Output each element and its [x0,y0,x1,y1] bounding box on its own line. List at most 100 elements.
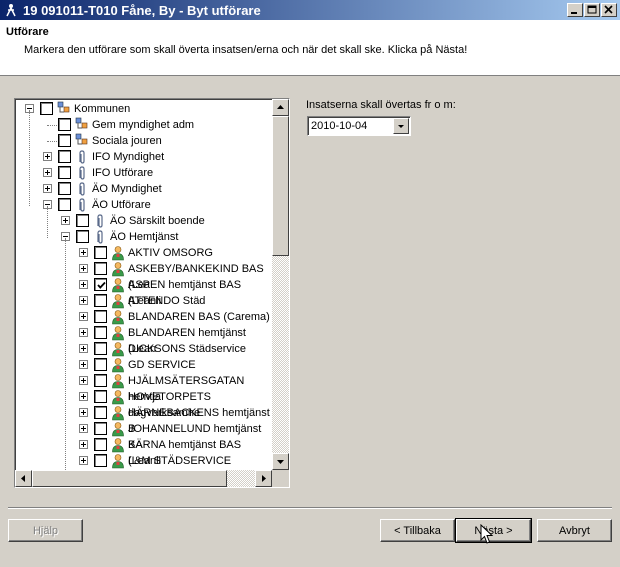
page-title: Utförare [6,26,49,38]
tree-vertical-scrollbar[interactable] [272,99,289,470]
paperclip-icon [74,149,90,165]
tree-node-checkbox[interactable] [94,358,107,371]
root-label: Kommunen [74,103,131,115]
back-button[interactable]: < Tillbaka [380,519,455,542]
scroll-left-button[interactable] [15,470,32,487]
organization-tree[interactable]: Kommunen Gem myndighet adm Sociala jouren… [14,98,290,488]
tree-node-label: IFO Myndighet [92,151,165,163]
tree-content: Kommunen Gem myndighet adm Sociala jouren… [16,100,272,470]
minimize-button[interactable] [567,3,583,17]
person-icon [110,357,126,373]
tree-expander[interactable] [79,328,88,337]
person-icon [110,373,126,389]
scroll-right-button[interactable] [255,470,272,487]
paperclip-icon [74,165,90,181]
hscroll-thumb[interactable] [32,470,227,487]
date-dropdown-button[interactable] [393,118,409,134]
scroll-up-button[interactable] [272,99,289,116]
tree-horizontal-scrollbar[interactable] [15,470,272,487]
person-icon [110,309,126,325]
tree-node-label: ÄO Hemtjänst [110,231,179,243]
tree-node-checkbox[interactable] [58,182,71,195]
title-bar[interactable]: 19 091011-T010 Fåne, By - Byt utförare [0,0,620,20]
tree-node-checkbox[interactable] [76,214,89,227]
person-icon [110,325,126,341]
scroll-thumb[interactable] [272,116,289,256]
tree-node-checkbox[interactable] [94,294,107,307]
help-button[interactable]: Hjälp [8,519,83,542]
tree-node-checkbox[interactable] [94,422,107,435]
tree-node-checkbox[interactable] [94,326,107,339]
tree-expander[interactable] [79,456,88,465]
tree-expander[interactable] [79,360,88,369]
tree-expander[interactable] [43,184,52,193]
tree-node-label: ÄO Utförare [92,199,151,211]
paperclip-icon [74,181,90,197]
tree-node-checkbox[interactable] [94,342,107,355]
tree-guide-line [65,238,66,470]
tree-node-checkbox[interactable] [94,390,107,403]
tree-expander[interactable] [79,392,88,401]
tree-node-checkbox[interactable] [94,246,107,259]
tree-node-label: Gem myndighet adm [92,119,195,131]
tree-expander[interactable] [79,376,88,385]
paperclip-icon [92,229,108,245]
tree-node-checkbox[interactable] [94,262,107,275]
tree-node-label: Sociala jouren [92,135,162,147]
tree-guide-line [29,110,30,206]
tree-expander[interactable] [43,152,52,161]
paperclip-icon [92,213,108,229]
person-icon [110,245,126,261]
scroll-corner [272,470,289,487]
tree-expander[interactable] [79,248,88,257]
cancel-button-label: Avbryt [559,524,590,537]
scroll-down-button[interactable] [272,453,289,470]
tree-node-checkbox[interactable] [94,374,107,387]
tree-expander[interactable] [79,296,88,305]
tree-node-checkbox[interactable] [58,150,71,163]
mouse-pointer-icon [480,523,494,549]
group-icon [74,133,90,149]
tree-node-label: BLANDAREN BAS (Carema) [128,311,270,323]
tree-expander[interactable] [79,344,88,353]
tree-node-checkbox[interactable] [94,406,107,419]
tree-node-checkbox[interactable] [76,230,89,243]
person-icon [110,453,126,469]
app-icon [4,3,18,17]
paperclip-icon [74,197,90,213]
tree-node-checkbox[interactable] [58,134,71,147]
tree-expander[interactable] [61,216,70,225]
tree-expander[interactable] [79,440,88,449]
help-button-label: Hjälp [32,524,59,537]
person-icon [110,341,126,357]
tree-expander[interactable] [43,168,52,177]
person-icon [110,389,126,405]
wizard-header: Utförare Markera den utförare som skall … [0,20,620,76]
root-checkbox[interactable] [40,102,53,115]
tree-node-label: DICKSONS Städservice [128,343,246,355]
date-value: 2010-10-04 [311,120,368,132]
tree-expander[interactable] [79,424,88,433]
tree-expander[interactable] [79,264,88,273]
person-icon [110,405,126,421]
close-button[interactable] [601,3,617,17]
tree-node-checkbox[interactable] [94,310,107,323]
tree-node-checkbox[interactable] [58,198,71,211]
kommunen-icon [56,101,72,117]
tree-connector [47,125,57,126]
tree-node-checkbox[interactable] [58,118,71,131]
person-icon [110,421,126,437]
tree-node-checkbox[interactable] [94,454,107,467]
person-icon [110,293,126,309]
tree-node-checkbox[interactable] [94,278,107,291]
date-picker[interactable]: 2010-10-04 [307,116,411,136]
tree-node-checkbox[interactable] [58,166,71,179]
page-description: Markera den utförare som skall överta in… [24,44,468,56]
tree-node-checkbox[interactable] [94,438,107,451]
tree-expander[interactable] [79,408,88,417]
tree-expander[interactable] [79,280,88,289]
tree-expander[interactable] [79,312,88,321]
cancel-button[interactable]: Avbryt [537,519,612,542]
maximize-button[interactable] [584,3,600,17]
tree-node-label: ATTENDO Städ [128,295,206,307]
